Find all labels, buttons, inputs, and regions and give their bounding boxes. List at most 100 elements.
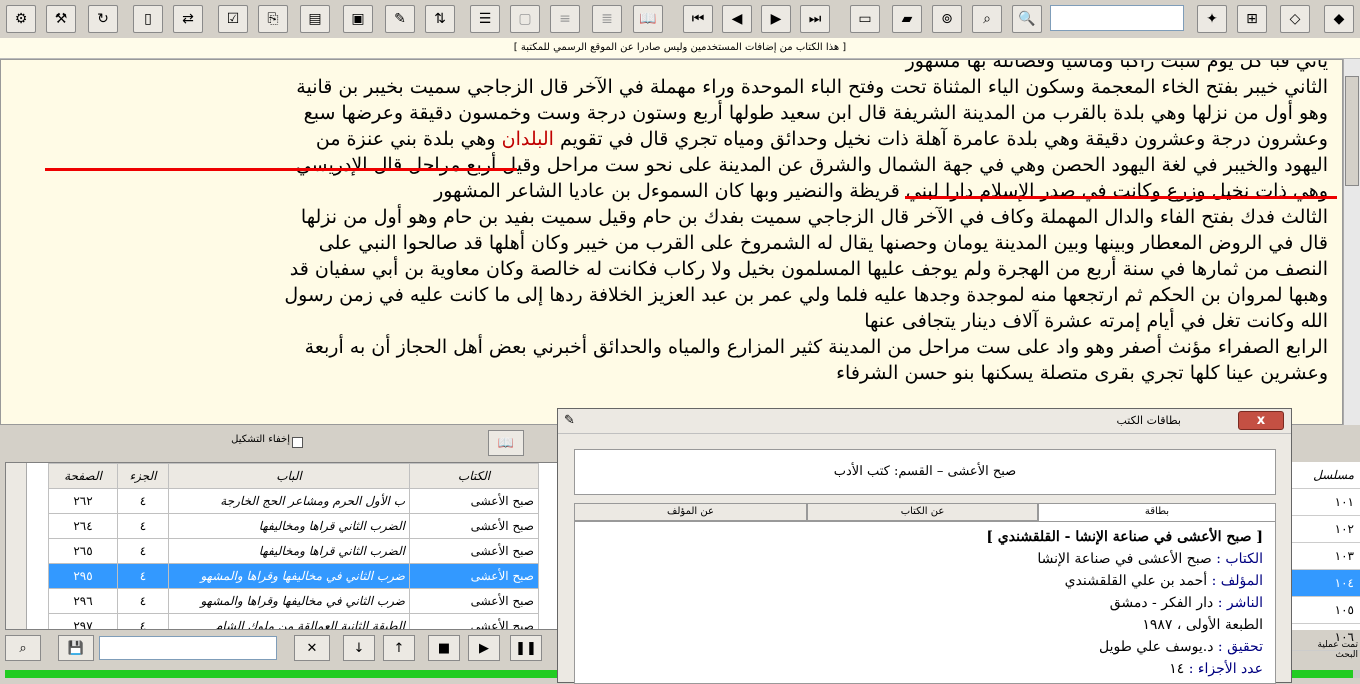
serial-column[interactable]: مسلسل ١٠١ ١٠٢ ١٠٣ ١٠٤ ١٠٥ ١٠٦ [1290,462,1360,651]
dialog-titlebar[interactable]: ✎ بطاقات الكتب x [558,409,1291,434]
card-edition: الطبعة الأولى ، ١٩٨٧ [1142,617,1263,633]
list-edit-icon[interactable]: ☰ [470,5,500,33]
close-button[interactable]: x [1238,411,1284,430]
search-in-results-icon[interactable]: ⌕ [5,635,41,661]
table-row[interactable]: صبح الأعشى ب الأول الحرم ومشاعر الحج الخا… [48,488,539,514]
search-icon[interactable]: 🔍 [1012,5,1042,33]
table-cell: ٤ [117,588,169,614]
table-cell: صبح الأعشى [409,538,539,564]
serial-cell[interactable]: ١٠١ [1290,489,1360,516]
column-header[interactable]: الكتاب [409,463,539,489]
table-cell: ٤ [117,488,169,514]
column-header[interactable]: الجزء [117,463,169,489]
grid-row-indicators [6,463,27,629]
text-line: وهي ذات نخيل وزرع وكانت في صدر الإسلام د… [8,178,1328,204]
serial-cell[interactable]: ١٠٣ [1290,543,1360,570]
settings-icon[interactable]: ⚙ [6,5,36,33]
next-page-icon[interactable]: ▶ [761,5,791,33]
copy-icon[interactable]: ⎘ [258,5,288,33]
text-line: وهبها لمروان بن الحكم ثم ارتجعها منه لمو… [8,282,1328,308]
toolbar-search-input[interactable] [1050,5,1184,31]
move-up-icon[interactable]: ↑ [383,635,415,661]
sort-icon[interactable]: ⇅ [425,5,455,33]
pause-icon[interactable]: ❚❚ [510,635,542,661]
library-icon[interactable]: ◆ [1324,5,1354,33]
card-parts-row: عدد الأجزاء : ١٤ [583,658,1263,680]
window-icon[interactable]: ▭ [850,5,880,33]
card-editor-row: تحقيق : د.يوسف علي طويل [583,636,1263,658]
card-full-title: [ صبح الأعشى في صناعة الإنشا - القلقشندي… [986,529,1263,545]
tab-card[interactable]: بطاقة [1038,503,1276,521]
text-segment: الثاني خيبر بفتح الخاء المعجمة وسكون الي… [296,76,1328,98]
open-book-icon[interactable]: 📖 [633,5,663,33]
book-search-icon[interactable]: ⌕ [972,5,1002,33]
card-publisher-row: الناشر : دار الفكر - دمشق [583,592,1263,614]
highlight-underline [905,196,1337,199]
last-page-icon[interactable]: ⏭ [800,5,830,33]
text-segment: وهو أول من نزلها وهي بلدة بالقرب من المد… [303,102,1328,124]
text-line: قال في الروض المعطار وبينها وبين المدينة… [8,230,1328,256]
results-table: الكتاب الباب الجزء الصفحة صبح الأعشى ب الأول… [48,463,539,629]
previous-page-icon[interactable]: ◀ [722,5,752,33]
table-row[interactable]: صبح الأعشى ضرب الثاني في مخاليفها وقراها … [48,588,539,614]
tools-icon[interactable]: ⚒ [46,5,76,33]
text-line: وعشرون درجة وعشرون دقيقة وهي بلدة عامرة … [8,126,1328,152]
pen-icon: ✎ [564,413,575,428]
move-down-icon[interactable]: ↓ [343,635,375,661]
text-line: الله وكانت تغل في أيام إمرته عشرة آلاف د… [8,308,1328,334]
table-row[interactable]: صبح الأعشى ضرب الثاني في مخاليفها وقراها … [48,563,539,589]
hide-diacritics-checkbox[interactable] [292,437,303,448]
column-header[interactable]: الصفحة [48,463,118,489]
stop-icon[interactable]: ■ [428,635,460,661]
delete-icon[interactable]: ✕ [294,635,330,661]
serial-cell[interactable]: ١٠٤ [1290,570,1360,597]
document-icon[interactable]: ▤ [300,5,330,33]
table-row[interactable]: صبح الأعشى الطبقة الثانية العمالقة من ملو… [48,613,539,629]
new-tab-icon[interactable]: ✦ [1197,5,1227,33]
text-line: اليهود والخيبر في لغة اليهود الحصن وهي ف… [8,152,1328,178]
table-cell: ضرب الثاني في مخاليفها وقراها والمشهو [168,588,410,614]
text-segment: النصف من ثمارها في سنة أربع من الهجرة ول… [289,258,1328,280]
results-filter-input[interactable] [99,636,277,660]
refresh-icon[interactable]: ↻ [88,5,118,33]
table-row[interactable]: صبح الأعشى الضرب الثاني قراها ومخاليفها ٤ ٢… [48,513,539,539]
table-cell: ٢٦٥ [48,538,118,564]
save-icon[interactable]: 💾 [58,635,94,661]
tree-icon[interactable]: ⊞ [1237,5,1267,33]
serial-cell[interactable]: ١٠٢ [1290,516,1360,543]
table-cell: صبح الأعشى [409,588,539,614]
checklist-icon[interactable]: ☑ [218,5,248,33]
transfer-icon[interactable]: ⇄ [173,5,203,33]
serial-header[interactable]: مسلسل [1290,462,1360,489]
open-book-button[interactable]: 📖 [488,430,524,456]
tab-about-author[interactable]: عن المؤلف [574,503,807,521]
search-results-grid[interactable]: الكتاب الباب الجزء الصفحة صبح الأعشى ب الأول… [5,462,560,630]
card-author-row: المؤلف : أحمد بن علي القلقشندي [583,570,1263,592]
table-cell: ضرب الثاني في مخاليفها وقراها والمشهو [168,563,410,589]
image-icon[interactable]: ▣ [343,5,373,33]
serial-cell[interactable]: ١٠٥ [1290,597,1360,624]
text-line: الثاني خيبر بفتح الخاء المعجمة وسكون الي… [8,74,1328,100]
reader-scrollbar[interactable] [1343,59,1360,425]
scroll-thumb[interactable] [1345,76,1359,186]
highlight-underline [45,168,517,171]
card-book-row: الكتاب : صبح الأعشى في صناعة الإنشا [583,548,1263,570]
table-cell: صبح الأعشى [409,613,539,629]
table-cell: ب الأول الحرم ومشاعر الحج الخارجة [168,488,410,514]
pencil-icon[interactable]: ✎ [385,5,415,33]
book-text-reader[interactable]: يأتي قبا كل يوم سبت راكبا وماشيا وفضائله… [0,59,1343,425]
folder-icon[interactable]: ▰ [892,5,922,33]
text-segment: وعشرين عينا كلها تجري بقرى متصلة يسكنها … [836,362,1328,384]
play-icon[interactable]: ▶ [468,635,500,661]
tab-about-book[interactable]: عن الكتاب [807,503,1038,521]
table-cell: ٢٩٥ [48,563,118,589]
first-page-icon[interactable]: ⏮ [683,5,713,33]
table-cell: الطبقة الثانية العمالقة من ملوك الشام [168,613,410,629]
column-header[interactable]: الباب [168,463,410,489]
binoculars-icon[interactable]: ⊚ [932,5,962,33]
close-book-icon[interactable]: ◇ [1280,5,1310,33]
status-text: تمت عملية البحث [1317,640,1359,660]
notice-bar: [ هذا الكتاب من إضافات المستخدمين وليس ص… [0,38,1360,59]
table-row[interactable]: صبح الأعشى الضرب الثاني قراها ومخاليفها ٤ ٢… [48,538,539,564]
new-page-icon[interactable]: ▯ [133,5,163,33]
